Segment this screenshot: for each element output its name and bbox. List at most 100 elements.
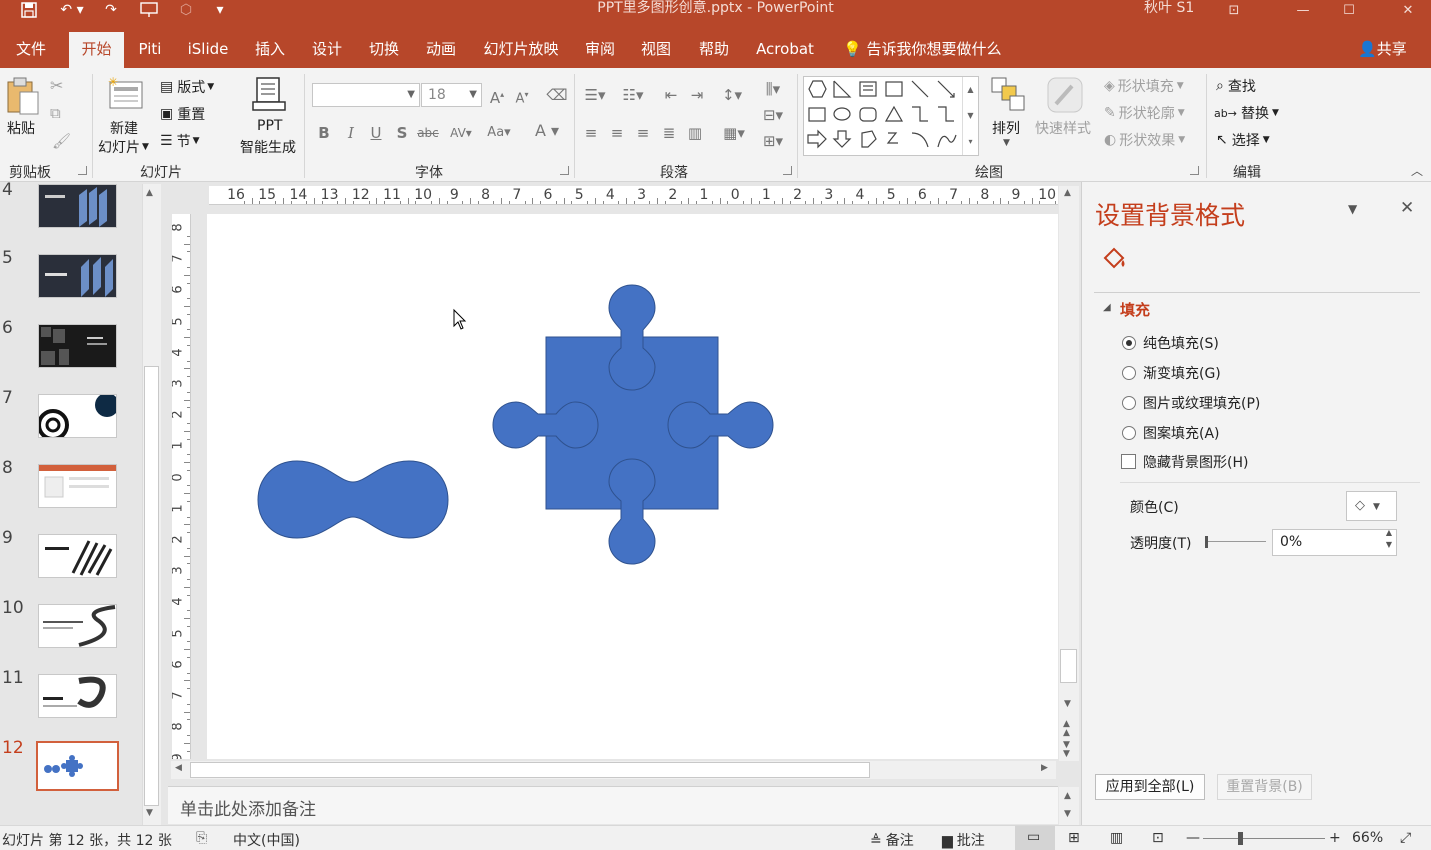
slide-thumbnail-4[interactable] [38,184,117,228]
layout-button[interactable]: ▤ 版式 ▼ [160,77,214,97]
font-name-combo[interactable]: ▼ [312,83,420,107]
gradient-fill-radio[interactable] [1122,366,1136,380]
clipboard-launcher-icon[interactable] [78,166,87,175]
slide-thumbnail-7[interactable] [38,394,117,438]
tab-slideshow[interactable]: 幻灯片放映 [476,32,566,68]
zoom-level[interactable]: 66% [1352,830,1383,846]
arrange-label[interactable]: 排列 [992,118,1020,138]
picture-fill-label[interactable]: 图片或纹理填充(P) [1143,393,1260,413]
pattern-fill-label[interactable]: 图案填充(A) [1143,423,1220,443]
hide-bg-label[interactable]: 隐藏背景图形(H) [1143,452,1248,472]
slide-thumbnail-9[interactable] [38,534,117,578]
hide-bg-checkbox[interactable] [1121,454,1136,469]
decrease-font-icon[interactable]: A▾ [511,84,533,106]
justify-icon[interactable]: ≣ [658,122,680,144]
paste-button[interactable] [6,76,40,120]
share-button[interactable]: 👤共享 [1358,32,1407,68]
tab-help[interactable]: 帮助 [692,32,736,68]
thumbnail-scrollbar[interactable]: ▲ ▼ [142,184,161,825]
scroll-down-icon[interactable]: ▼ [1064,699,1071,709]
maximize-icon[interactable]: ☐ [1326,0,1372,20]
tab-file[interactable]: 文件 [6,32,56,68]
zoom-out-icon[interactable]: — [1186,830,1200,846]
vertical-scroll-thumb[interactable] [1060,649,1077,683]
slideshow-icon[interactable]: ⊡ [1152,830,1164,846]
collapse-triangle-icon[interactable]: ◢ [1103,302,1111,313]
tab-design[interactable]: 设计 [305,32,349,68]
char-spacing-icon[interactable]: AV▾ [446,122,476,144]
tab-home[interactable]: 开始 [69,32,124,68]
spin-arrows-icon[interactable]: ▲ ▼ [1386,527,1392,551]
fill-section-header[interactable]: 填充 [1120,299,1150,320]
font-color-icon[interactable]: A ▾ [530,120,564,142]
scroll-left-icon[interactable]: ◀ [175,763,182,773]
notes-scrollbar[interactable]: ▲ ▼ [1059,787,1079,825]
underline-icon[interactable]: U [365,122,387,144]
replace-button[interactable]: ab→ 替换 ▼ [1214,103,1279,123]
scroll-up-icon[interactable]: ▲ [146,188,153,198]
close-icon[interactable]: ✕ [1385,0,1431,20]
quick-styles-label[interactable]: 快速样式 [1035,118,1091,138]
align-right-icon[interactable]: ≡ [632,122,654,144]
gallery-scroll[interactable]: ▲ ▼ ▾ [962,77,978,155]
shape-outline-button[interactable]: ✎ 形状轮廓 ▼ [1104,103,1185,123]
transparency-slider-track[interactable] [1206,541,1266,542]
scroll-up-icon[interactable]: ▲ [1064,188,1071,198]
reset-background-button[interactable]: 重置背景(B) [1217,774,1312,800]
clear-format-icon[interactable]: ⌫ [546,84,568,106]
tab-acrobat[interactable]: Acrobat [750,32,820,68]
fit-to-window-icon[interactable]: ⤢ [1400,830,1411,846]
shapes-gallery[interactable]: ▲ ▼ ▾ [803,76,979,156]
pattern-fill-radio[interactable] [1122,426,1136,440]
new-slide-button[interactable]: 幻灯片 ▼ [98,137,149,157]
color-picker-button[interactable]: ◇ ▼ [1346,491,1397,521]
comments-button[interactable]: ▆ 批注 [942,830,985,850]
apply-to-all-button[interactable]: 应用到全部(L) [1095,774,1205,800]
numbering-icon[interactable]: ☷▾ [618,84,648,106]
tab-insert[interactable]: 插入 [248,32,292,68]
slide-thumbnail-12[interactable] [36,741,119,791]
notes-area[interactable]: 单击此处添加备注 [168,786,1058,824]
puzzle-knob-right[interactable] [667,401,774,449]
previous-slide-icon[interactable]: ▲ ▲ [1063,720,1070,738]
normal-view-button[interactable]: ▭ [1015,826,1055,850]
distribute-icon[interactable]: ▥ [684,122,706,144]
user-name[interactable]: 秋叶 S1 [1144,0,1194,17]
paste-label[interactable]: 粘贴 [7,118,35,138]
accessibility-icon[interactable]: ⎘ [196,830,207,846]
strikethrough-icon[interactable]: abc [417,122,439,144]
thumbnail-scroll-thumb[interactable] [144,366,159,806]
new-slide-icon[interactable]: ✳ [106,75,146,116]
quick-styles-icon[interactable] [1046,76,1084,118]
slide-thumbnail-5[interactable] [38,254,117,298]
minimize-icon[interactable]: — [1280,0,1326,20]
peanut-shape[interactable] [257,460,449,539]
notes-button[interactable]: ≜ 备注 [870,830,914,850]
scroll-up-icon[interactable]: ▲ [1064,791,1071,801]
format-painter-icon[interactable]: 🖌 [52,132,71,150]
increase-font-icon[interactable]: A▴ [486,84,508,107]
align-text-icon[interactable]: ⊟▾ [758,104,788,126]
slide-thumbnail-10[interactable] [38,604,117,648]
tab-piti[interactable]: Piti [130,32,170,68]
reset-button[interactable]: ▣ 重置 [160,104,205,124]
font-size-combo[interactable]: 18 ▼ [421,83,482,107]
new-slide-label-1[interactable]: 新建 [110,118,138,138]
gradient-fill-label[interactable]: 渐变填充(G) [1143,363,1221,383]
align-center-icon[interactable]: ≡ [606,122,628,144]
ppt-generate-label-1[interactable]: PPT [257,118,282,134]
slide-sorter-icon[interactable]: ⊞ [1068,830,1080,846]
solid-fill-radio[interactable] [1122,336,1136,350]
slide-thumbnail-8[interactable] [38,464,117,508]
transparency-input[interactable]: 0% ▲ ▼ [1272,527,1397,556]
tab-transitions[interactable]: 切换 [362,32,406,68]
align-left-icon[interactable]: ≡ [580,122,602,144]
slide-thumbnail-11[interactable] [38,674,117,718]
fill-bucket-icon[interactable] [1101,246,1129,276]
ppt-generate-icon[interactable] [251,76,289,118]
select-button[interactable]: ↖ 选择 ▼ [1216,130,1270,150]
collapse-ribbon-icon[interactable]: ︿ [1411,162,1423,179]
language-indicator[interactable]: 中文(中国) [233,830,300,850]
ribbon-options-icon[interactable]: ⊡ [1211,0,1257,20]
shape-fill-button[interactable]: ◈ 形状填充 ▼ [1104,76,1184,96]
